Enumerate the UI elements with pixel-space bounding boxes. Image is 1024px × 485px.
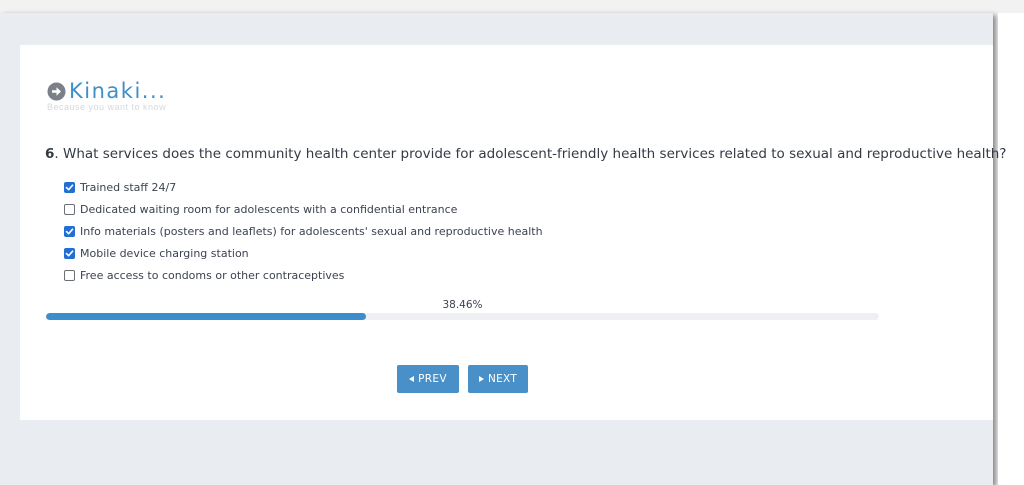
option-checkbox[interactable]: [64, 269, 75, 281]
option-item[interactable]: Free access to condoms or other contrace…: [64, 264, 543, 286]
option-label: Info materials (posters and leaflets) fo…: [80, 224, 543, 238]
prev-button-label: PREV: [418, 373, 447, 385]
option-list: Trained staff 24/7 Dedicated waiting room…: [64, 176, 543, 286]
option-label: Free access to condoms or other contrace…: [80, 268, 345, 282]
caret-left-icon: [409, 376, 415, 382]
caret-right-icon: [478, 376, 484, 382]
option-checkbox[interactable]: [64, 181, 75, 193]
option-item[interactable]: Mobile device charging station: [64, 242, 543, 264]
brand-logo: Kinaki... Because you want to know: [47, 80, 166, 120]
brand-tagline: Because you want to know: [47, 102, 167, 112]
option-label: Trained staff 24/7: [80, 180, 177, 194]
prev-button[interactable]: PREV: [397, 365, 459, 393]
option-label: Dedicated waiting room for adolescents w…: [80, 202, 458, 216]
question-body: . What services does the community healt…: [54, 146, 1007, 162]
progress-bar: [46, 313, 879, 320]
progress-label: 38.46%: [442, 299, 483, 311]
question-text: 6. What services does the community heal…: [45, 146, 1006, 162]
option-item[interactable]: Info materials (posters and leaflets) fo…: [64, 220, 543, 242]
survey-card: Kinaki... Because you want to know 6. Wh…: [20, 45, 1006, 420]
option-label: Mobile device charging station: [80, 246, 249, 260]
progress-fill: [46, 313, 367, 320]
question-number: 6: [45, 146, 55, 162]
right-margin: [998, 13, 1024, 485]
option-item[interactable]: Trained staff 24/7: [64, 176, 543, 198]
option-checkbox[interactable]: [64, 203, 75, 215]
next-button-label: NEXT: [487, 373, 518, 385]
option-item[interactable]: Dedicated waiting room for adolescents w…: [64, 198, 543, 220]
next-button[interactable]: NEXT: [468, 365, 528, 393]
option-checkbox[interactable]: [64, 225, 75, 237]
option-checkbox[interactable]: [64, 247, 75, 259]
brand-name: Kinaki...: [69, 79, 167, 103]
arrow-circle-icon: [47, 82, 66, 101]
